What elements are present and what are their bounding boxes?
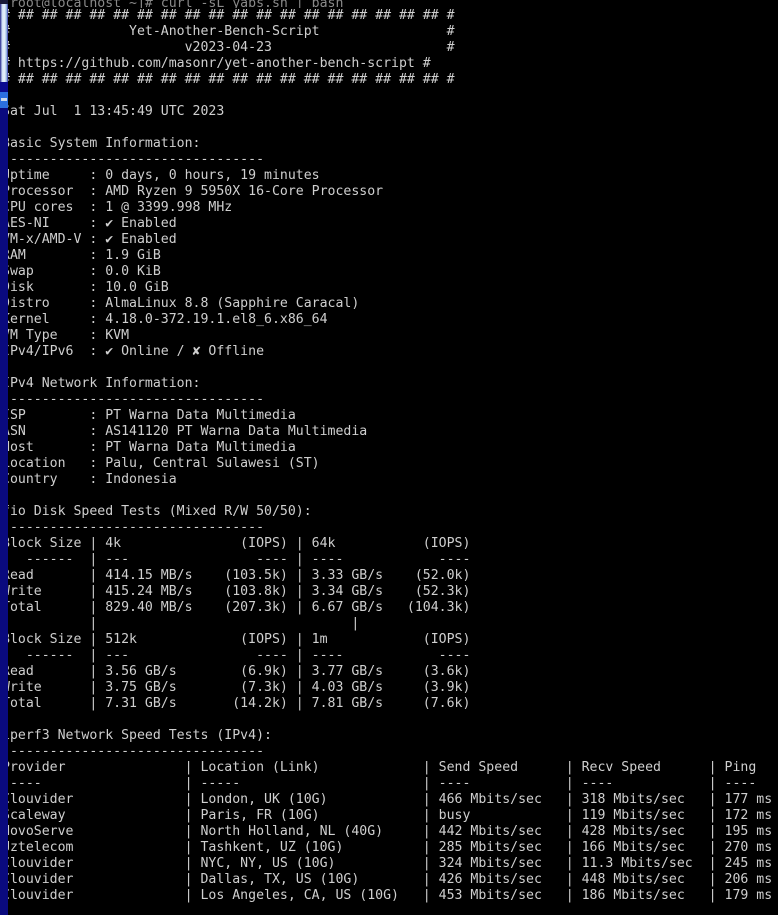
iperf3-table-underline: ----- | ----- | ---- | ---- | ----	[2, 776, 757, 791]
iperf3-table-row: Clouvider | Dallas, TX, US (10G) | 426 M…	[2, 872, 773, 887]
fio-row-total: Total | 7.31 GB/s (14.2k) | 7.81 GB/s (7…	[2, 696, 471, 711]
scrollbar-thumb[interactable]	[0, 4, 8, 82]
iperf3-table-row: Clouvider | NYC, NY, US (10G) | 324 Mbit…	[2, 856, 773, 871]
fio-row-write: Write | 415.24 MB/s (103.8k) | 3.34 GB/s…	[2, 584, 471, 599]
iperf3-heading: iperf3 Network Speed Tests (IPv4):	[2, 728, 272, 743]
network-row-isp: ISP : PT Warna Data Multimedia	[2, 408, 296, 423]
system-row-uptime: Uptime : 0 days, 0 hours, 19 minutes	[2, 168, 320, 183]
terminal-output: [root@localhost ~]# curl -sL yabs.sh | b…	[0, 0, 778, 904]
iperf3-table-row: NovoServe | North Holland, NL (40G) | 44…	[2, 824, 773, 839]
fio-row-total: Total | 829.40 MB/s (207.3k) | 6.67 GB/s…	[2, 600, 471, 615]
scrollbar-trough-lower[interactable]	[0, 108, 8, 915]
iperf3-table-row: Clouvider | London, UK (10G) | 466 Mbits…	[2, 792, 773, 807]
terminal-scrollbar[interactable]	[0, 0, 8, 915]
banner-rule-bottom: # ## ## ## ## ## ## ## ## ## ## ## ## ##…	[2, 72, 455, 87]
network-row-country: Country : Indonesia	[2, 472, 177, 487]
scrollbar-position-marker[interactable]	[0, 92, 8, 108]
network-row-location: Location : Palu, Central Sulawesi (ST)	[2, 456, 320, 471]
system-row-disk: Disk : 10.0 GiB	[2, 280, 169, 295]
shell-prompt-line-clipped: [root@localhost ~]# curl -sL yabs.sh | b…	[2, 0, 344, 8]
iperf3-table-row: Scaleway | Paris, FR (10G) | busy | 119 …	[2, 808, 773, 823]
network-row-asn: ASN : AS141120 PT Warna Data Multimedia	[2, 424, 368, 439]
iperf3-table-row: Uztelecom | Tashkent, UZ (10G) | 285 Mbi…	[2, 840, 773, 855]
banner-url: # https://github.com/masonr/yet-another-…	[2, 56, 431, 71]
ipv4-network-heading: IPv4 Network Information:	[2, 376, 201, 391]
blank-after-timestamp	[0, 120, 778, 136]
iperf3-table-header: Provider | Location (Link) | Send Speed …	[2, 760, 757, 775]
system-row-vm-type: VM Type : KVM	[2, 328, 130, 343]
ipv4-network-divider: ---------------------------------	[2, 392, 265, 407]
fio-row-read: Read | 3.56 GB/s (6.9k) | 3.77 GB/s (3.6…	[2, 664, 471, 679]
terminal-window: [root@localhost ~]# curl -sL yabs.sh | b…	[0, 0, 778, 915]
network-row-host: Host : PT Warna Data Multimedia	[2, 440, 296, 455]
fio-row-read: Read | 414.15 MB/s (103.5k) | 3.33 GB/s …	[2, 568, 471, 583]
system-row-distro: Distro : AlmaLinux 8.8 (Sapphire Caracal…	[2, 296, 360, 311]
system-row-vm-x-amd-v: VM-x/AMD-V : ✔ Enabled	[2, 232, 177, 247]
fio-block-underline: ------ | --- ---- | ---- ----	[2, 648, 471, 663]
system-row-aes-ni: AES-NI : ✔ Enabled	[2, 216, 177, 231]
fio-block-header: Block Size | 4k (IOPS) | 64k (IOPS)	[2, 536, 471, 551]
iperf3-table-row: Clouvider | Los Angeles, CA, US (10G) | …	[2, 888, 773, 903]
blank-after-ipv4-network	[0, 488, 778, 504]
blank-after-fio	[0, 712, 778, 728]
fio-heading: fio Disk Speed Tests (Mixed R/W 50/50):	[2, 504, 312, 519]
system-row-cpu-cores: CPU cores : 1 @ 3399.998 MHz	[2, 200, 233, 215]
banner-rule-top: # ## ## ## ## ## ## ## ## ## ## ## ## ##…	[2, 8, 455, 23]
system-row-ram: RAM : 1.9 GiB	[2, 248, 161, 263]
iperf3-divider: ---------------------------------	[2, 744, 265, 759]
blank-after-banner	[0, 88, 778, 104]
system-row-processor: Processor : AMD Ryzen 9 5950X 16-Core Pr…	[2, 184, 384, 199]
basic-system-divider: ---------------------------------	[2, 152, 265, 167]
system-row-swap: Swap : 0.0 KiB	[2, 264, 161, 279]
fio-block-separator: | |	[2, 616, 360, 631]
fio-block-underline: ------ | --- ---- | ---- ----	[2, 552, 471, 567]
banner-version: # v2023-04-23 #	[2, 40, 455, 55]
blank-after-basic-system	[0, 360, 778, 376]
run-timestamp: Sat Jul 1 13:45:49 UTC 2023	[2, 104, 225, 119]
system-row-ipv4-ipv6: IPv4/IPv6 : ✔ Online / ✘ Offline	[2, 344, 265, 359]
basic-system-heading: Basic System Information:	[2, 136, 201, 151]
fio-divider: ---------------------------------	[2, 520, 265, 535]
fio-block-header: Block Size | 512k (IOPS) | 1m (IOPS)	[2, 632, 471, 647]
fio-row-write: Write | 3.75 GB/s (7.3k) | 4.03 GB/s (3.…	[2, 680, 471, 695]
banner-title: # Yet-Another-Bench-Script #	[2, 24, 455, 39]
system-row-kernel: Kernel : 4.18.0-372.19.1.el8_6.x86_64	[2, 312, 328, 327]
